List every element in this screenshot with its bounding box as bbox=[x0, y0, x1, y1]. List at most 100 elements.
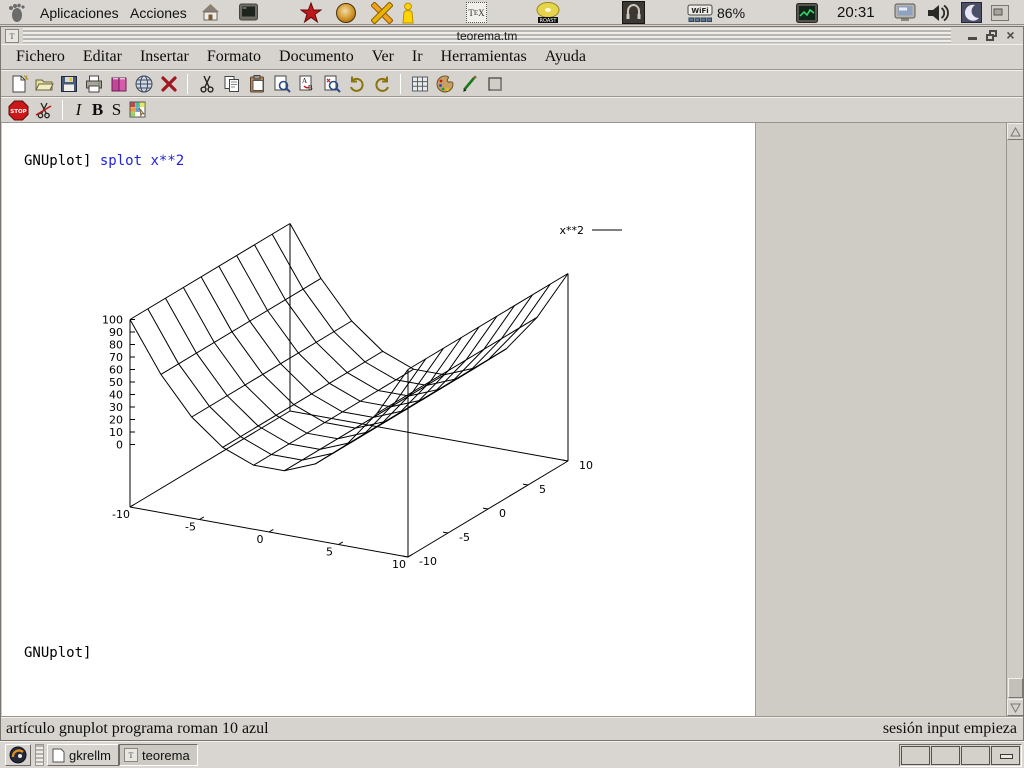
book-icon[interactable] bbox=[106, 72, 131, 95]
workspace-window-thumbnail bbox=[1000, 754, 1013, 759]
find-icon[interactable] bbox=[269, 72, 294, 95]
cut-icon[interactable] bbox=[194, 72, 219, 95]
status-bar: artículo gnuplot programa roman 10 azul … bbox=[1, 717, 1023, 740]
cell-color-table-icon[interactable] bbox=[126, 99, 151, 122]
window-menu-icon[interactable]: T bbox=[1, 27, 23, 44]
workspace-4[interactable] bbox=[991, 746, 1020, 765]
person-icon[interactable] bbox=[399, 0, 417, 25]
scrollbar-thumb[interactable] bbox=[1008, 678, 1023, 698]
panel-clock[interactable]: 20:31 bbox=[837, 0, 875, 25]
tray-icon[interactable] bbox=[991, 0, 1009, 25]
menu-ir[interactable]: Ir bbox=[403, 46, 432, 68]
cd-roast-icon[interactable]: ROAST bbox=[536, 0, 560, 25]
frame-icon[interactable] bbox=[482, 72, 507, 95]
scroll-up-button[interactable] bbox=[1007, 123, 1023, 140]
svg-text:90: 90 bbox=[109, 326, 123, 339]
document-page[interactable]: GNUplot] splot x**2 -10-50510-10-5051001… bbox=[2, 123, 756, 716]
task-gkrellm[interactable]: gkrellm bbox=[47, 744, 119, 766]
menu-fichero[interactable]: Fichero bbox=[7, 46, 74, 68]
tex-icon: T bbox=[124, 748, 138, 762]
svg-text:10: 10 bbox=[579, 459, 593, 472]
close-button[interactable]: × bbox=[1004, 29, 1017, 42]
volume-icon[interactable] bbox=[926, 0, 950, 25]
menu-editar[interactable]: Editar bbox=[74, 46, 131, 68]
desktop-panel: Aplicaciones Acciones bbox=[0, 0, 1024, 25]
color-palette-icon[interactable] bbox=[432, 72, 457, 95]
svg-text:ROAST: ROAST bbox=[540, 18, 558, 24]
status-right: sesión input empieza bbox=[883, 720, 1017, 738]
strong-button[interactable]: S bbox=[107, 100, 126, 120]
wifi-battery-icon[interactable]: WiFi bbox=[687, 0, 714, 25]
menu-insertar[interactable]: Insertar bbox=[131, 46, 198, 68]
menu-herramientas[interactable]: Herramientas bbox=[432, 46, 536, 68]
headphones-icon[interactable] bbox=[622, 0, 645, 25]
svg-text:T: T bbox=[129, 751, 134, 760]
print-icon[interactable] bbox=[81, 72, 106, 95]
system-monitor-icon[interactable] bbox=[796, 0, 818, 25]
svg-text:0: 0 bbox=[116, 439, 123, 452]
workspace-switcher bbox=[899, 744, 1022, 767]
crossed-tools-icon[interactable] bbox=[371, 0, 393, 25]
svg-text:A: A bbox=[302, 77, 307, 85]
close-document-icon[interactable] bbox=[156, 72, 181, 95]
document-icon bbox=[52, 748, 65, 763]
texmacs-window: T teorema.tm × Fichero Editar Insertar F… bbox=[0, 26, 1024, 741]
replace-icon[interactable]: AB bbox=[294, 72, 319, 95]
display-icon[interactable] bbox=[894, 0, 916, 25]
svg-text:40: 40 bbox=[109, 389, 123, 402]
focus-toolbar: STOP I B S bbox=[1, 97, 1023, 123]
toolbar-separator bbox=[187, 74, 188, 94]
scroll-down-button[interactable] bbox=[1007, 699, 1023, 716]
restore-button[interactable] bbox=[985, 29, 998, 42]
terminal-icon[interactable] bbox=[238, 0, 259, 25]
home-icon[interactable] bbox=[200, 0, 221, 25]
menu-acciones[interactable]: Acciones bbox=[126, 0, 191, 25]
draw-icon[interactable] bbox=[457, 72, 482, 95]
svg-text:70: 70 bbox=[109, 351, 123, 364]
open-document-icon[interactable] bbox=[31, 72, 56, 95]
redo-icon[interactable] bbox=[369, 72, 394, 95]
tasklist-handle[interactable] bbox=[35, 744, 44, 766]
close-session-icon[interactable] bbox=[31, 99, 56, 122]
svg-text:60: 60 bbox=[109, 364, 123, 377]
menu-documento[interactable]: Documento bbox=[270, 46, 363, 68]
status-left: artículo gnuplot programa roman 10 azul bbox=[6, 720, 269, 738]
titlebar[interactable]: T teorema.tm × bbox=[1, 27, 1023, 44]
new-document-icon[interactable] bbox=[6, 72, 31, 95]
svg-text:-10: -10 bbox=[112, 508, 130, 521]
copy-icon[interactable] bbox=[219, 72, 244, 95]
workspace-1[interactable] bbox=[901, 746, 930, 765]
paste-icon[interactable] bbox=[244, 72, 269, 95]
plot-legend-label: x**2 bbox=[559, 224, 584, 237]
workspace-3[interactable] bbox=[961, 746, 990, 765]
svg-text:10: 10 bbox=[392, 558, 406, 571]
bold-button[interactable]: B bbox=[88, 100, 107, 120]
undo-icon[interactable] bbox=[344, 72, 369, 95]
task-teorema[interactable]: T teorema bbox=[119, 744, 198, 766]
gnuplot-canvas: -10-50510-10-505100102030405060708090100… bbox=[2, 123, 756, 717]
menu-ayuda[interactable]: Ayuda bbox=[536, 46, 595, 68]
orb-icon[interactable] bbox=[336, 0, 356, 25]
vertical-scrollbar[interactable] bbox=[1006, 123, 1023, 716]
workspace-2[interactable] bbox=[931, 746, 960, 765]
tex-launcher-icon[interactable]: TEX bbox=[466, 0, 487, 25]
svg-text:0: 0 bbox=[499, 507, 506, 520]
italic-button[interactable]: I bbox=[69, 100, 88, 120]
task-label: teorema bbox=[142, 748, 190, 763]
taskbar: gkrellm T teorema bbox=[0, 741, 1024, 768]
table-icon[interactable] bbox=[407, 72, 432, 95]
gnome-foot-icon[interactable] bbox=[6, 0, 28, 25]
moon-icon[interactable] bbox=[961, 0, 982, 25]
taskbar-applet-icon[interactable] bbox=[5, 744, 31, 766]
menu-aplicaciones[interactable]: Aplicaciones bbox=[36, 0, 123, 25]
save-icon[interactable] bbox=[56, 72, 81, 95]
menu-ver[interactable]: Ver bbox=[363, 46, 403, 68]
main-toolbar: AB bbox=[1, 70, 1023, 97]
red-star-icon[interactable] bbox=[300, 0, 322, 25]
spell-check-icon[interactable] bbox=[319, 72, 344, 95]
minimize-button[interactable] bbox=[966, 29, 979, 42]
stop-icon[interactable]: STOP bbox=[6, 99, 31, 122]
menu-formato[interactable]: Formato bbox=[198, 46, 270, 68]
globe-icon[interactable] bbox=[131, 72, 156, 95]
session-line-2[interactable]: GNUplot] bbox=[24, 645, 91, 661]
